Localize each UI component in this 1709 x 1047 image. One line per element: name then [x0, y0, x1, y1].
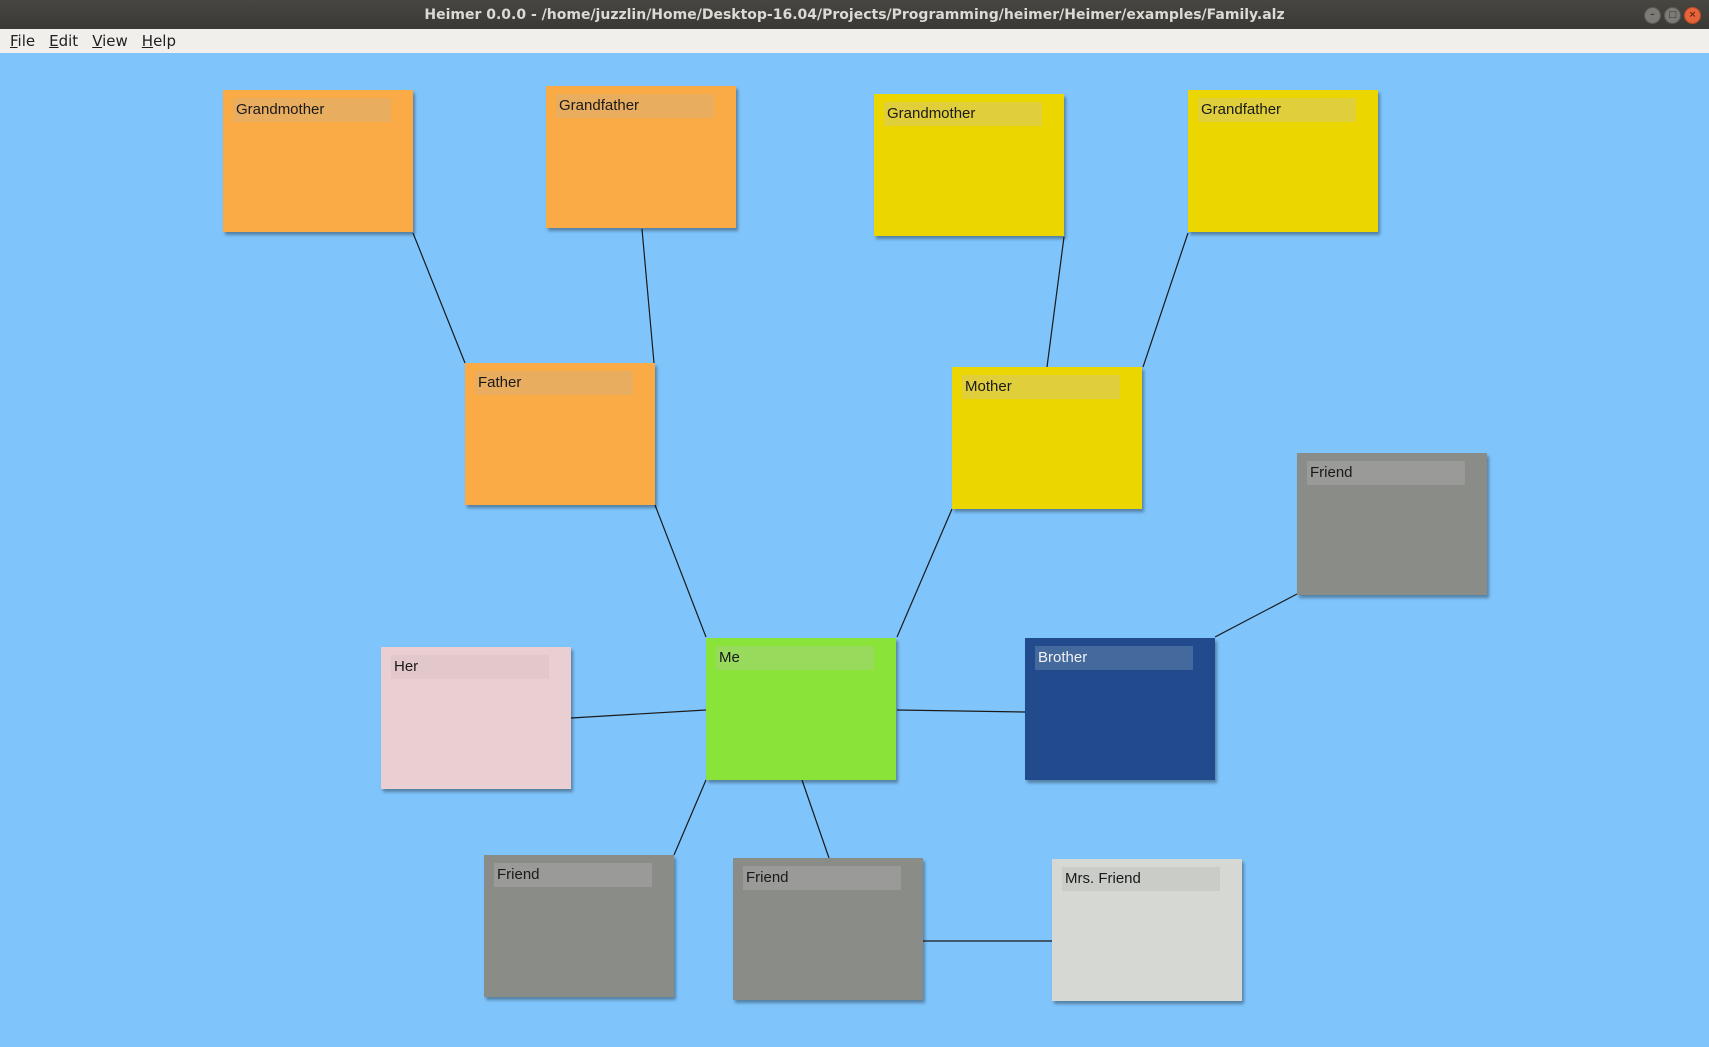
menu-edit[interactable]: Edit	[49, 32, 78, 50]
node-brother[interactable]: Brother	[1025, 638, 1215, 780]
edge-mother-grandmother[interactable]	[1046, 236, 1065, 368]
edge-me-mother[interactable]	[896, 508, 953, 638]
node-label[interactable]: Friend	[1307, 461, 1465, 485]
node-her[interactable]: Her	[381, 647, 571, 789]
node-label[interactable]: Father	[475, 371, 633, 395]
edge-me-brother[interactable]	[896, 709, 1026, 713]
node-label[interactable]: Grandmother	[233, 98, 391, 122]
node-grandmother-maternal[interactable]: Grandmother	[874, 94, 1064, 236]
node-me[interactable]: Me	[706, 638, 896, 780]
node-label[interactable]: Friend	[494, 863, 652, 887]
node-label[interactable]: Friend	[743, 866, 901, 890]
node-label[interactable]: Grandmother	[884, 102, 1042, 126]
edge-father-grandmother[interactable]	[412, 232, 466, 364]
node-friend-bottom-middle[interactable]: Friend	[733, 858, 923, 1000]
node-label[interactable]: Grandfather	[556, 94, 714, 118]
mind-map-canvas[interactable]: Grandmother Grandfather Grandmother Gran…	[0, 53, 1709, 1047]
title-bar[interactable]: Heimer 0.0.0 - /home/juzzlin/Home/Deskto…	[0, 0, 1709, 29]
minimize-icon[interactable]: –	[1644, 7, 1661, 24]
node-mrs-friend[interactable]: Mrs. Friend	[1052, 859, 1242, 1001]
edge-me-friend-left[interactable]	[673, 779, 707, 856]
menu-help[interactable]: Help	[142, 32, 176, 50]
node-label[interactable]: Grandfather	[1198, 98, 1356, 122]
edge-mother-grandfather[interactable]	[1142, 232, 1189, 368]
menu-file[interactable]: File	[10, 32, 35, 50]
node-mother[interactable]: Mother	[952, 367, 1142, 509]
node-label[interactable]: Me	[716, 646, 874, 670]
node-label[interactable]: Her	[391, 655, 549, 679]
node-grandfather-maternal[interactable]: Grandfather	[1188, 90, 1378, 232]
window-title: Heimer 0.0.0 - /home/juzzlin/Home/Deskto…	[424, 6, 1285, 23]
node-label[interactable]: Brother	[1035, 646, 1193, 670]
node-father[interactable]: Father	[465, 363, 655, 505]
node-label[interactable]: Mrs. Friend	[1062, 867, 1220, 891]
menu-view[interactable]: View	[92, 32, 128, 50]
node-grandmother-paternal[interactable]: Grandmother	[223, 90, 413, 232]
close-icon[interactable]: ×	[1684, 7, 1701, 24]
edge-me-father[interactable]	[654, 504, 707, 638]
maximize-icon[interactable]: □	[1664, 7, 1681, 24]
app-window: Heimer 0.0.0 - /home/juzzlin/Home/Deskto…	[0, 0, 1709, 1047]
node-grandfather-paternal[interactable]: Grandfather	[546, 86, 736, 228]
node-friend-bottom-left[interactable]: Friend	[484, 855, 674, 997]
edge-father-grandfather[interactable]	[641, 228, 655, 364]
node-label[interactable]: Mother	[962, 375, 1120, 399]
node-friend-right[interactable]: Friend	[1297, 453, 1487, 595]
edge-brother-friend[interactable]	[1214, 593, 1298, 638]
edge-me-friend-middle[interactable]	[801, 779, 830, 859]
edge-me-her[interactable]	[570, 709, 707, 719]
window-controls: – □ ×	[1644, 7, 1701, 24]
menu-bar: File Edit View Help	[0, 29, 1709, 54]
